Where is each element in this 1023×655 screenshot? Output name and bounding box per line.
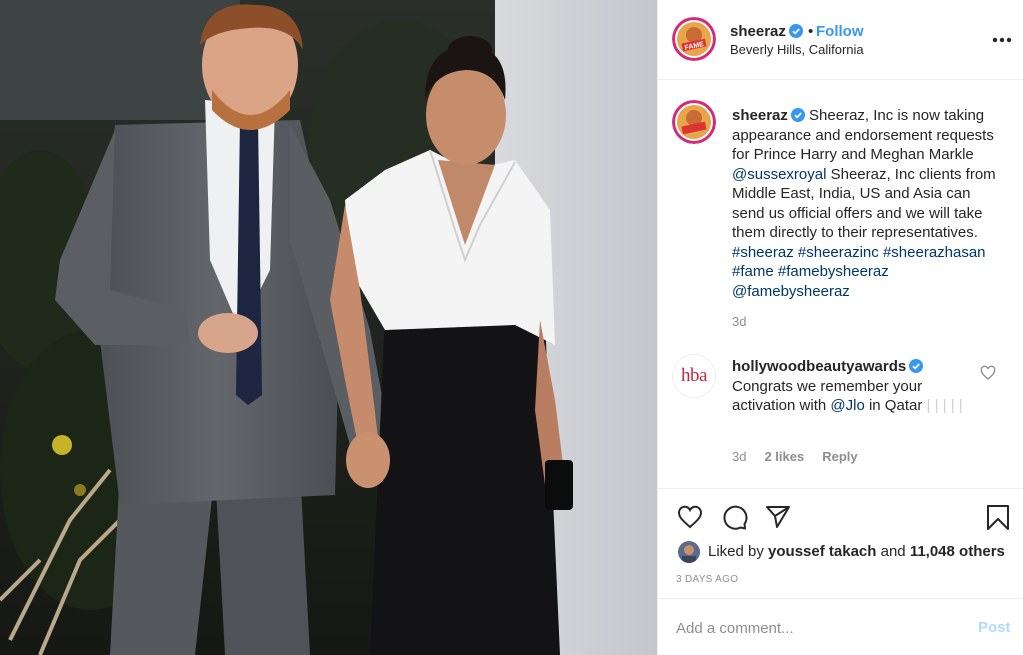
hashtag-link[interactable]: #famebysheeraz	[778, 263, 889, 280]
mention-link[interactable]: @famebysheeraz	[732, 283, 850, 300]
post-caption: sheeraz Sheeraz, Inc is now taking appea…	[732, 106, 1004, 301]
commenter-logo-text: hba	[681, 365, 707, 386]
author-username-text[interactable]: sheeraz	[730, 23, 786, 40]
caption-timestamp[interactable]: 3d	[732, 314, 746, 329]
add-comment-bar: Post	[658, 598, 1023, 655]
hashtag-link[interactable]: #sheeraz	[732, 244, 794, 261]
commenter-username[interactable]: hollywoodbeautyawards	[732, 358, 906, 375]
liked-by-text: Liked by youssef takach and 11,048 other…	[708, 543, 1005, 560]
verified-badge-icon	[790, 108, 805, 122]
mention-link[interactable]: @sussexroyal	[732, 166, 826, 183]
bookmark-icon[interactable]	[984, 503, 1012, 531]
mention-link[interactable]: @Jlo	[830, 397, 864, 414]
liker-avatar[interactable]	[678, 541, 700, 563]
likes-count[interactable]: 11,048 others	[910, 543, 1005, 560]
post-location[interactable]: Beverly Hills, California	[730, 42, 864, 57]
post-header: FAME sheeraz • Follow Beverly Hills, Cal…	[658, 0, 1023, 80]
avatar-image: FAME	[672, 17, 716, 61]
hashtag-link[interactable]: #sheerazinc	[798, 244, 879, 261]
author-username[interactable]: sheeraz	[730, 23, 803, 40]
hashtag-link[interactable]: #fame	[732, 263, 774, 280]
hashtag-link[interactable]: #sheerazhasan	[883, 244, 986, 261]
comment-likes-count[interactable]: 2 likes	[764, 449, 804, 464]
verified-badge-icon	[909, 359, 924, 373]
liker-avatar-image	[678, 541, 700, 563]
post-photo[interactable]	[0, 0, 657, 655]
comment-meta: 3d 2 likes Reply	[732, 449, 876, 464]
verified-badge-icon	[788, 24, 803, 38]
author-avatar[interactable]: FAME	[672, 17, 716, 61]
follow-button[interactable]: Follow	[816, 23, 864, 40]
liker-username[interactable]: youssef takach	[768, 543, 876, 560]
paper-plane-icon[interactable]	[764, 503, 792, 531]
caption-avatar[interactable]	[672, 100, 716, 144]
more-options-icon[interactable]	[990, 28, 1014, 48]
heart-icon[interactable]	[676, 503, 704, 531]
comment-input[interactable]	[676, 617, 956, 639]
comment-text: in Qatar	[864, 397, 927, 414]
post-sidebar: FAME sheeraz • Follow Beverly Hills, Cal…	[657, 0, 1023, 655]
post-actions: Liked by youssef takach and 11,048 other…	[658, 488, 1023, 598]
unrendered-emoji-glyphs: | | | | |	[926, 397, 963, 414]
post-comment-button[interactable]: Post	[978, 619, 1011, 636]
reply-button[interactable]: Reply	[822, 449, 857, 464]
commenter-avatar[interactable]: hba	[672, 354, 716, 398]
photo-illustration	[0, 0, 657, 655]
comment-bubble-icon[interactable]	[720, 503, 748, 531]
comment-like-heart-icon[interactable]	[980, 365, 996, 381]
liked-by-prefix: Liked by	[708, 543, 769, 560]
avatar-image	[672, 100, 716, 144]
separator-dot: •	[808, 23, 814, 40]
liked-by-and: and	[876, 543, 910, 560]
post-date[interactable]: 3 DAYS AGO	[676, 574, 738, 585]
comment-timestamp[interactable]: 3d	[732, 449, 746, 464]
comment-body: hollywoodbeautyawards Congrats we rememb…	[732, 357, 972, 416]
caption-username[interactable]: sheeraz	[732, 107, 788, 124]
